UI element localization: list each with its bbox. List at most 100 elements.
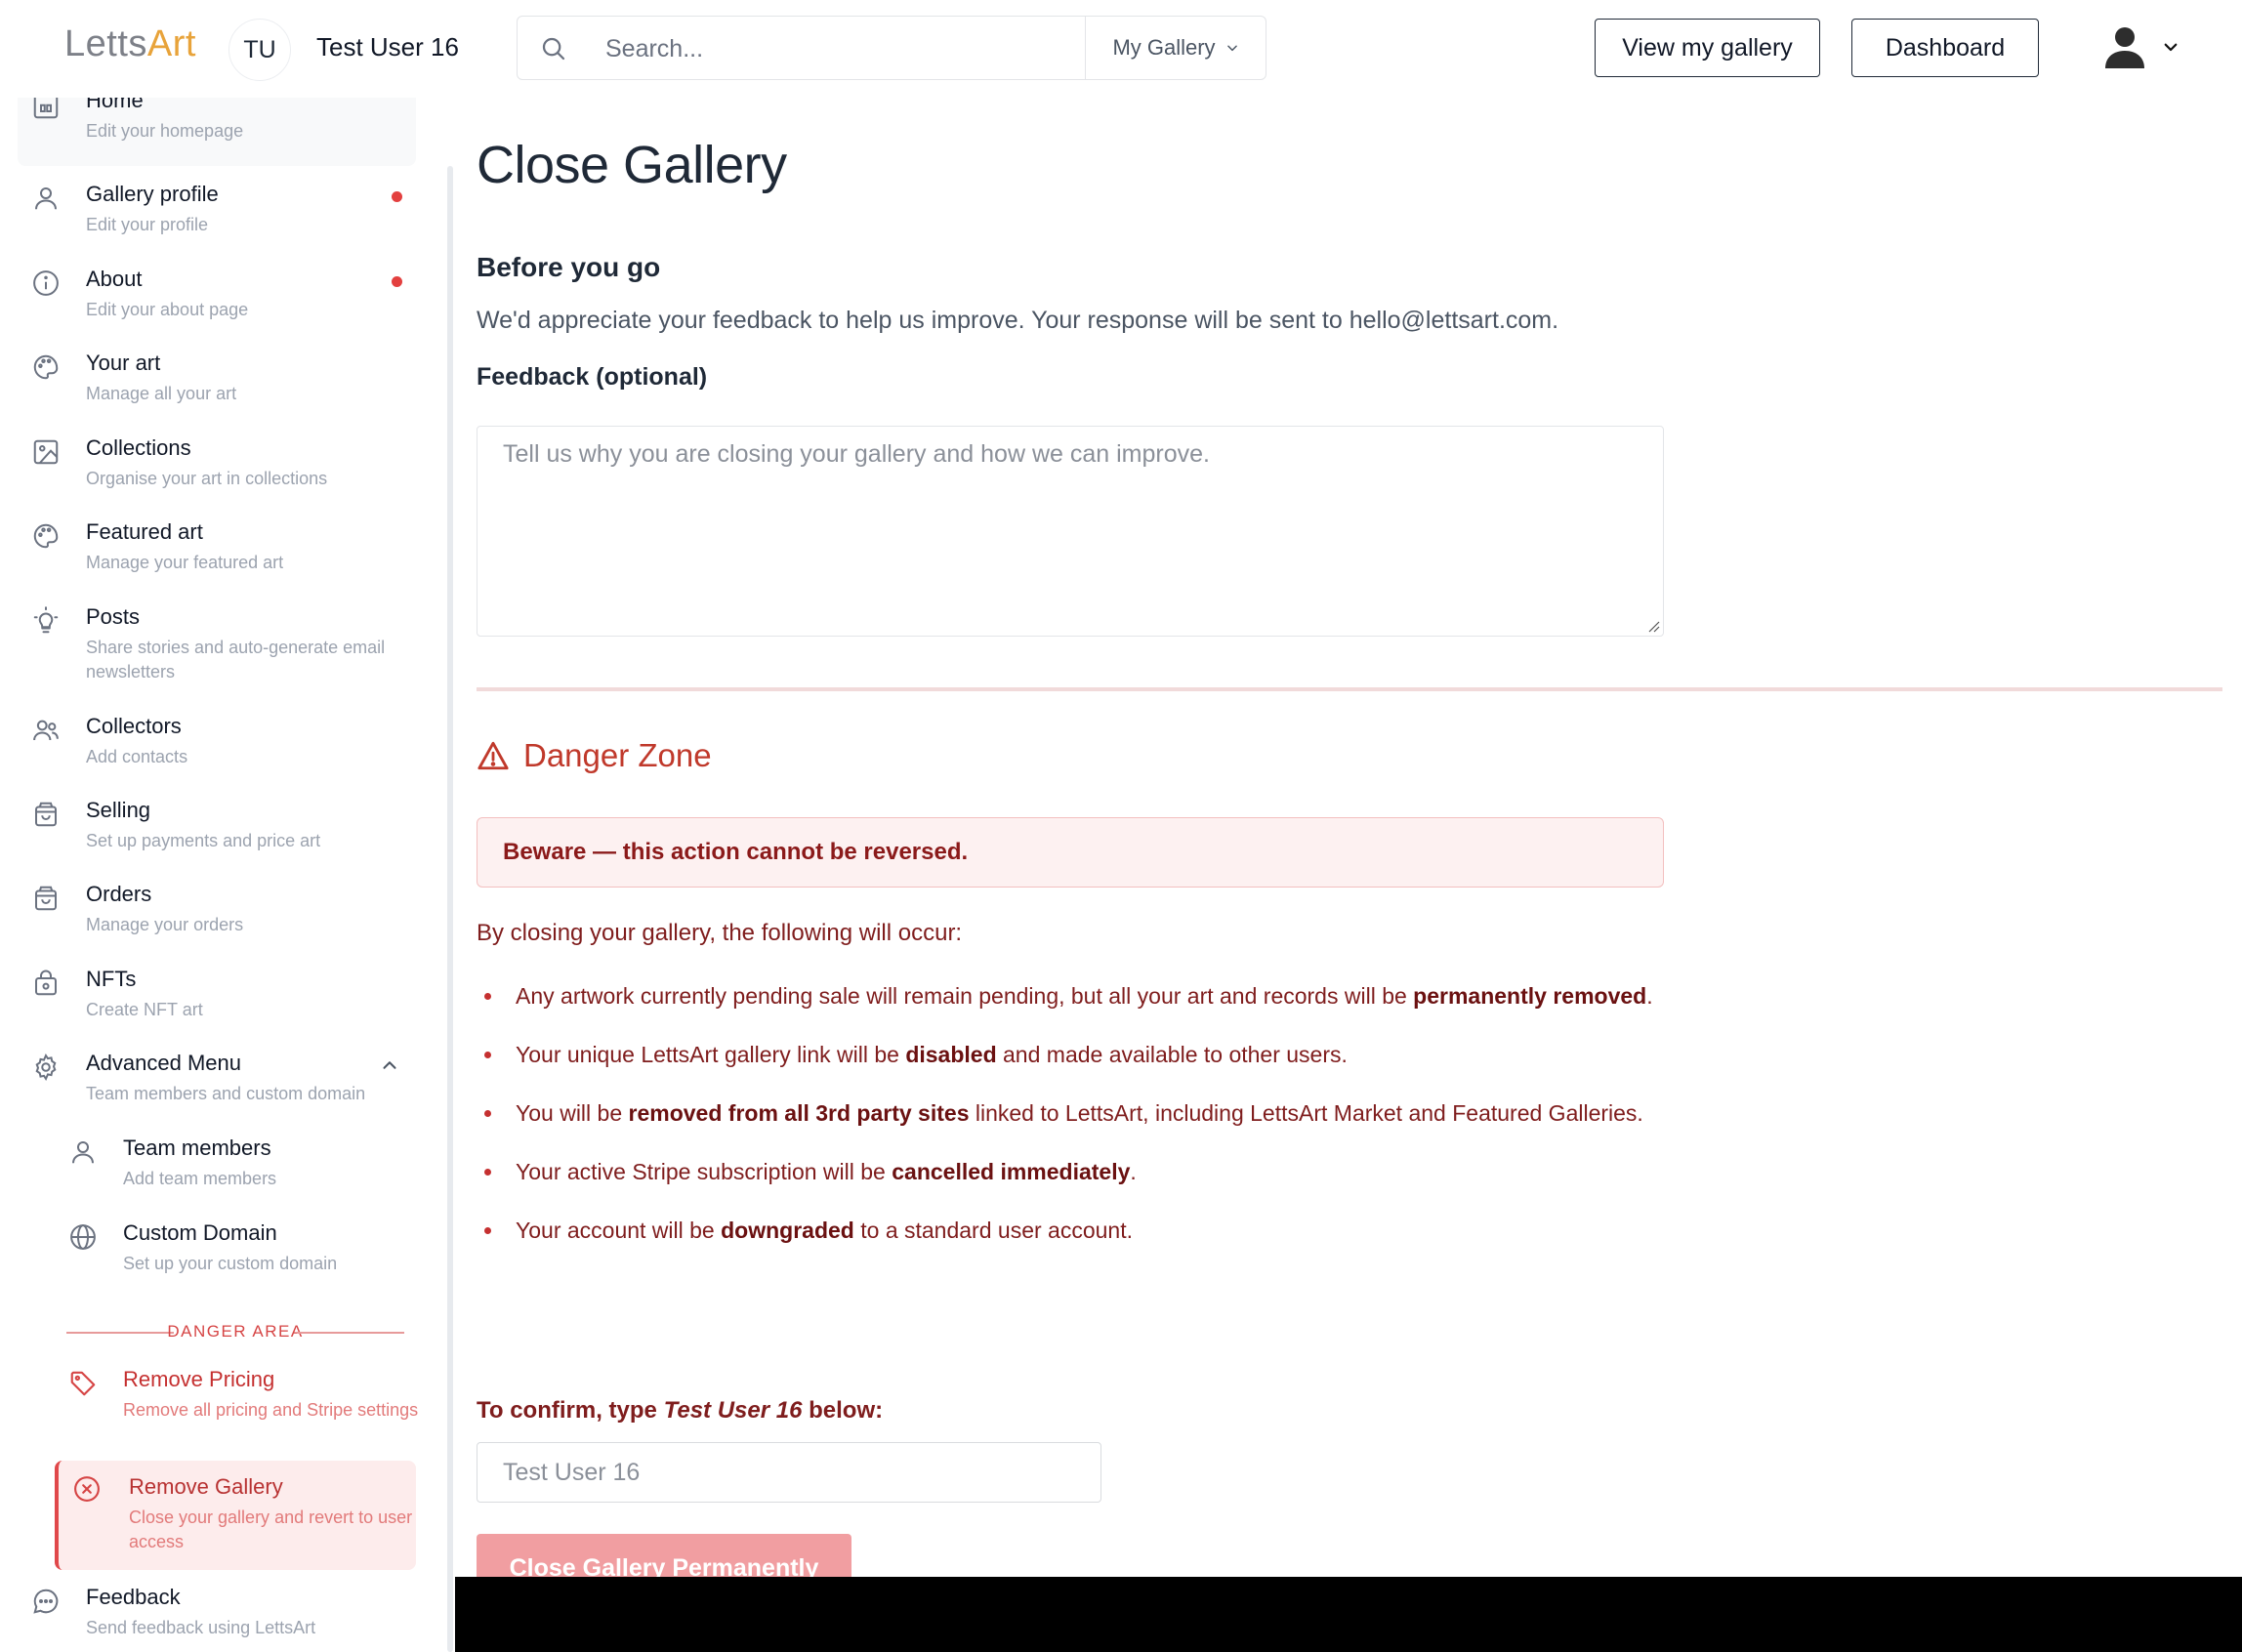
- sidebar-item-collections[interactable]: Collections Organise your art in collect…: [18, 430, 416, 506]
- confirm-label-pre: To confirm, type: [477, 1397, 664, 1424]
- sidebar-item-remove-pricing[interactable]: Remove Pricing Remove all pricing and St…: [18, 1361, 418, 1461]
- sidebar-item-subtitle: Close your gallery and revert to user ac…: [129, 1507, 413, 1551]
- list-item: Your account will be downgraded to a sta…: [477, 1211, 2039, 1269]
- warning-triangle-icon: [477, 741, 509, 770]
- shopping-bag-icon: [35, 802, 57, 827]
- divider-line: [297, 1332, 404, 1334]
- sidebar-item-title: Team members: [123, 1136, 271, 1160]
- feedback-textarea[interactable]: [477, 426, 1664, 637]
- notification-dot: [392, 276, 402, 287]
- sidebar-item-advanced-menu[interactable]: Advanced Menu Team members and custom do…: [18, 1045, 416, 1121]
- shopping-bag-icon: [35, 886, 57, 911]
- view-my-gallery-button[interactable]: View my gallery: [1595, 19, 1820, 77]
- consequence-emphasis: permanently removed: [1413, 983, 1647, 1009]
- close-circle-icon: [74, 1476, 100, 1502]
- sidebar-item-title: Gallery profile: [86, 182, 219, 206]
- sidebar-item-subtitle: Remove all pricing and Stripe settings: [123, 1400, 419, 1420]
- sidebar-scrollbar[interactable]: [447, 166, 453, 1652]
- sidebar-item-title: Selling: [86, 798, 151, 822]
- top-header: LettsArt TU Test User 16 My Gallery View…: [0, 0, 2242, 98]
- sidebar-item-title: Custom Domain: [123, 1220, 277, 1245]
- before-you-go-heading: Before you go: [477, 252, 661, 282]
- sidebar-item-subtitle: Add team members: [123, 1169, 277, 1188]
- consequences-intro: By closing your gallery, the following w…: [477, 920, 963, 946]
- sidebar-item-gallery-profile[interactable]: Gallery profile Edit your profile: [18, 176, 416, 252]
- sidebar-item-subtitle: Set up your custom domain: [123, 1254, 338, 1273]
- sidebar-item-title: Posts: [86, 604, 141, 629]
- search-input[interactable]: [605, 30, 1094, 67]
- consequence-emphasis: downgraded: [721, 1218, 854, 1243]
- sidebar-item-subtitle: Manage your featured art: [86, 553, 284, 572]
- sidebar-item-title: Featured art: [86, 519, 203, 544]
- list-item: Any artwork currently pending sale will …: [477, 976, 2039, 1035]
- sidebar-item-team-members[interactable]: Team members Add team members: [18, 1130, 416, 1206]
- sidebar-item-orders[interactable]: Orders Manage your orders: [18, 876, 416, 952]
- user-menu[interactable]: [2101, 23, 2180, 70]
- user-initials-avatar[interactable]: TU: [228, 19, 291, 81]
- danger-area-divider: DANGER AREA: [66, 1318, 404, 1347]
- sidebar-nav: Home Edit your homepage Gallery profile …: [0, 98, 430, 1652]
- confirm-label-post: below:: [802, 1397, 884, 1424]
- sidebar-item-posts[interactable]: Posts Share stories and auto-generate em…: [18, 599, 416, 698]
- sidebar-item-subtitle: Send feedback using LettsArt: [86, 1618, 316, 1637]
- sidebar-item-subtitle: Create NFT art: [86, 1000, 203, 1019]
- sidebar-item-title: Your art: [86, 351, 161, 375]
- feedback-description: We'd appreciate your feedback to help us…: [477, 307, 1559, 334]
- sidebar-item-home[interactable]: Home Edit your homepage: [18, 98, 416, 166]
- sidebar-item-title: About: [86, 267, 143, 291]
- sidebar-item-subtitle: Organise your art in collections: [86, 469, 328, 488]
- user-icon: [35, 187, 57, 210]
- image-icon: [33, 439, 59, 465]
- consequence-text: and made available to other users.: [996, 1042, 1348, 1067]
- lightbulb-icon: [33, 606, 59, 634]
- confirm-label-name: Test User 16: [663, 1397, 803, 1424]
- chevron-up-icon[interactable]: [379, 1054, 400, 1076]
- lettsart-logo[interactable]: LettsArt: [64, 23, 196, 65]
- consequence-emphasis: disabled: [905, 1042, 997, 1067]
- consequence-text: You will be: [516, 1100, 629, 1126]
- danger-zone-title: Danger Zone: [523, 737, 712, 773]
- footer-bar: [455, 1577, 2242, 1652]
- consequence-text: Your active Stripe subscription will be: [516, 1159, 893, 1184]
- consequence-text: Your unique LettsArt gallery link will b…: [516, 1042, 906, 1067]
- search-bar: My Gallery: [517, 16, 1266, 80]
- tag-icon: [70, 1371, 96, 1396]
- logo-text-letts: Letts: [64, 23, 147, 64]
- search-icon: [542, 37, 565, 61]
- sidebar-item-nfts[interactable]: NFTs Create NFT art: [18, 961, 416, 1037]
- sidebar-item-collectors[interactable]: Collectors Add contacts: [18, 708, 416, 784]
- search-scope-dropdown[interactable]: My Gallery: [1086, 17, 1266, 79]
- sidebar-item-subtitle: Edit your homepage: [86, 121, 244, 141]
- sidebar-item-about[interactable]: About Edit your about page: [18, 261, 416, 337]
- sidebar-item-featured-art[interactable]: Featured art Manage your featured art: [18, 514, 416, 590]
- danger-zone-heading: Danger Zone: [477, 737, 712, 774]
- user-icon: [72, 1141, 94, 1164]
- sidebar-item-title: NFTs: [86, 967, 137, 991]
- sidebar-item-title: Remove Gallery: [129, 1474, 283, 1499]
- list-item: Your unique LettsArt gallery link will b…: [477, 1035, 2039, 1094]
- dashboard-button[interactable]: Dashboard: [1851, 19, 2039, 77]
- sidebar-item-selling[interactable]: Selling Set up payments and price art: [18, 792, 416, 868]
- logo-text-art: Art: [146, 23, 196, 64]
- globe-icon: [70, 1224, 96, 1250]
- sidebar-item-subtitle: Team members and custom domain: [86, 1084, 366, 1103]
- sidebar-item-subtitle: Manage your orders: [86, 915, 244, 934]
- consequence-emphasis: removed from all 3rd party sites: [628, 1100, 970, 1126]
- chat-bubble-icon: [33, 1589, 59, 1614]
- consequence-text: Your account will be: [516, 1218, 722, 1243]
- consequence-text: to a standard user account.: [853, 1218, 1133, 1243]
- consequence-emphasis: cancelled immediately: [892, 1159, 1131, 1184]
- resize-handle-icon[interactable]: [1646, 619, 1660, 633]
- consequence-text: linked to LettsArt, including LettsArt M…: [969, 1100, 1643, 1126]
- sidebar-item-remove-gallery[interactable]: Remove Gallery Close your gallery and re…: [55, 1461, 416, 1570]
- home-icon: [33, 98, 59, 119]
- confirm-name-input[interactable]: [477, 1442, 1101, 1503]
- sidebar-item-your-art[interactable]: Your art Manage all your art: [18, 345, 416, 421]
- palette-icon: [33, 354, 59, 380]
- sidebar-item-custom-domain[interactable]: Custom Domain Set up your custom domain: [18, 1215, 416, 1291]
- sidebar-item-feedback[interactable]: Feedback Send feedback using LettsArt: [18, 1579, 416, 1652]
- sidebar-item-title: Collectors: [86, 714, 182, 738]
- sidebar-item-subtitle: Edit your profile: [86, 215, 209, 234]
- sidebar-item-title: Collections: [86, 435, 191, 460]
- user-avatar-icon: [2105, 27, 2144, 68]
